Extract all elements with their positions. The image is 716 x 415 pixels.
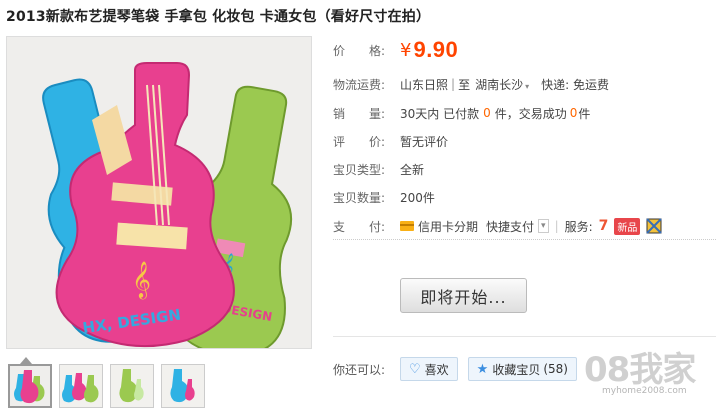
payment-label: 支付: — [333, 219, 385, 234]
star-icon: ★ — [476, 361, 489, 377]
shipping-row: 物流运费: 山东日照 | 至 湖南长沙 ▾ 快递: 免运费 — [333, 74, 609, 94]
review-value: 暂无评价 — [400, 134, 449, 149]
collect-count: (58) — [543, 362, 568, 376]
thumbnail-4[interactable] — [161, 364, 205, 408]
stock-row: 宝贝数量: 200件 — [333, 187, 435, 207]
price-value: 9.90 — [413, 37, 459, 62]
review-row: 评价: 暂无评价 — [333, 131, 448, 151]
stock-label: 宝贝数量: — [333, 190, 386, 205]
shipping-to-word: 至 — [458, 77, 471, 92]
share-divider — [333, 336, 716, 337]
thumbnail-2[interactable] — [59, 364, 103, 408]
quick-pay[interactable]: 快捷支付 — [486, 218, 534, 235]
buy-button[interactable]: 即将开始... — [400, 278, 527, 313]
sales-mid: 件，交易成功 — [494, 106, 567, 121]
review-label: 评价: — [333, 134, 385, 149]
like-label: 喜欢 — [424, 362, 449, 377]
thumbnail-active-indicator — [20, 357, 32, 364]
watermark-text: 08我家 — [584, 350, 696, 390]
chevron-down-icon: ▾ — [525, 81, 530, 91]
divider: | — [451, 77, 456, 91]
share-label: 你还可以: — [333, 362, 386, 377]
share-row: 你还可以: ♡ 喜欢 ★ 收藏宝贝 (58) — [333, 357, 587, 381]
divider: | — [554, 219, 559, 233]
stock-value: 200件 — [400, 190, 435, 205]
svg-text:𝄞: 𝄞 — [132, 260, 151, 299]
credit-installment[interactable]: 信用卡分期 — [418, 218, 478, 235]
thumbnail-strip — [8, 364, 205, 408]
price-label: 价格: — [333, 43, 385, 58]
seven-day-return-icon[interactable]: 7 — [599, 218, 609, 234]
product-main-image[interactable]: HX, 𝄞 HX, DESIGN 𝄞 HX, DESIGN — [6, 36, 312, 349]
type-label: 宝贝类型: — [333, 162, 386, 177]
price-row: 价格: ¥ 9.90 — [333, 37, 458, 63]
credit-card-icon — [400, 221, 414, 231]
express-fee: 快递: 免运费 — [541, 77, 609, 92]
shipping-destination-select[interactable]: 湖南长沙 ▾ — [475, 76, 529, 93]
section-divider — [333, 239, 716, 240]
product-title: 2013新款布艺提琴笔袋 手拿包 化妆包 卡通女包（看好尺寸在拍） — [6, 9, 431, 25]
new-product-badge[interactable]: 新品 — [614, 217, 641, 235]
collect-button[interactable]: ★ 收藏宝贝 (58) — [467, 357, 577, 381]
watermark-url: myhome2008.com — [602, 386, 687, 396]
payment-more-select[interactable]: ▾ — [538, 219, 549, 233]
collect-label: 收藏宝贝 — [492, 362, 541, 377]
shipping-from: 山东日照 — [400, 77, 449, 92]
sales-row: 销量: 30天内 已付款 0 件，交易成功 0 件 — [333, 103, 590, 123]
like-button[interactable]: ♡ 喜欢 — [400, 357, 458, 381]
type-row: 宝贝类型: 全新 — [333, 159, 424, 179]
service-label: 服务: — [564, 219, 593, 234]
success-count: 0 — [569, 106, 578, 120]
payment-row: 支付: 信用卡分期 快捷支付 ▾ | 服务: 7 新品 — [333, 216, 663, 236]
shipping-label: 物流运费: — [333, 77, 386, 92]
sales-label: 销量: — [333, 106, 385, 121]
sales-prefix: 30天内 已付款 — [400, 106, 480, 121]
paid-count: 0 — [483, 106, 491, 120]
site-watermark: 08我家 myhome2008.com — [584, 342, 714, 410]
thumbnail-3[interactable] — [110, 364, 154, 408]
thumbnail-1[interactable] — [8, 364, 52, 408]
guitar-bags-illustration: HX, 𝄞 HX, DESIGN 𝄞 HX, DESIGN — [7, 37, 311, 348]
guarantee-icon[interactable] — [646, 218, 663, 234]
currency-symbol: ¥ — [400, 39, 412, 61]
heart-icon: ♡ — [409, 361, 421, 377]
type-value: 全新 — [400, 162, 425, 177]
sales-suffix: 件 — [578, 106, 591, 121]
